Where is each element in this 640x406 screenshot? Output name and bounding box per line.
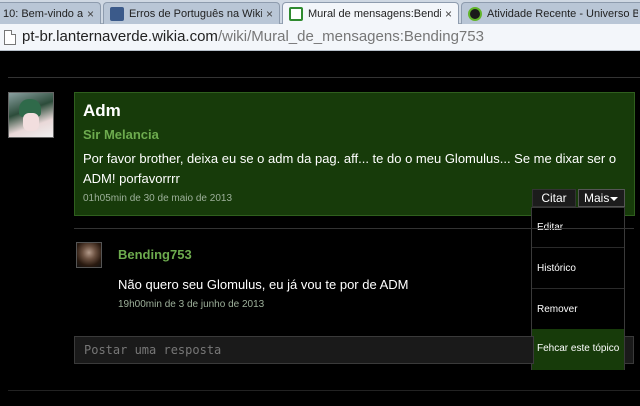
browser-tab-strip: 10: Bem-vindo ao × Erros de Português na… [0, 0, 640, 25]
close-tab-icon[interactable]: × [87, 7, 94, 21]
thread-title[interactable]: Adm [83, 101, 121, 121]
omnitrix-favicon-icon [468, 6, 482, 21]
divider [74, 228, 634, 229]
menu-item-close-topic[interactable]: Fehcar este tópico [532, 329, 624, 370]
tab-erros-portugues[interactable]: Erros de Português na Wikia - × [103, 2, 280, 24]
thread-author[interactable]: Sir Melancia [83, 127, 159, 142]
thread-timestamp[interactable]: 01h05min de 30 de maio de 2013 [83, 193, 232, 204]
thread-body: Por favor brother, deixa eu se o adm da … [83, 151, 617, 186]
divider [8, 390, 640, 391]
more-menu: Editar Histórico Remover Fehcar este tóp… [531, 207, 625, 370]
url-text[interactable]: pt-br.lanternaverde.wikia.com/wiki/Mural… [22, 28, 484, 45]
url-host: pt-br.lanternaverde.wikia.com [22, 28, 218, 45]
reply-author[interactable]: Bending753 [118, 247, 192, 262]
cite-button[interactable]: Citar [532, 189, 576, 207]
close-tab-icon[interactable]: × [266, 7, 273, 21]
tab-bem-vindo[interactable]: 10: Bem-vindo ao × [0, 2, 101, 24]
tab-atividade-recente[interactable]: Atividade Recente - Universo B [461, 2, 640, 24]
tab-mural-mensagens[interactable]: Mural de mensagens:Bending753 × [282, 2, 459, 25]
wikia-favicon-icon [110, 6, 124, 21]
caret-down-icon [610, 197, 618, 201]
address-bar[interactable]: pt-br.lanternaverde.wikia.com/wiki/Mural… [0, 24, 640, 51]
menu-item-remove[interactable]: Remover [532, 290, 624, 330]
more-button[interactable]: Mais [578, 189, 625, 207]
avatar[interactable] [8, 92, 54, 138]
close-tab-icon[interactable]: × [445, 7, 452, 21]
divider [8, 77, 640, 78]
reply-timestamp[interactable]: 19h00min de 3 de junho de 2013 [118, 299, 264, 310]
menu-item-history[interactable]: Histórico [532, 249, 624, 289]
page-icon [4, 30, 16, 45]
url-path: /wiki/Mural_de_mensagens:Bending753 [217, 28, 484, 45]
lanterna-verde-favicon-icon [289, 7, 303, 21]
tab-title: Erros de Português na Wikia - [129, 7, 262, 20]
message-wall-page: Adm Sir Melancia Por favor brother, deix… [0, 52, 640, 406]
tab-title: 10: Bem-vindo ao [3, 7, 83, 20]
reply-avatar[interactable] [76, 242, 102, 268]
tab-title: Atividade Recente - Universo B [487, 7, 638, 20]
reply-input-edge [625, 336, 634, 364]
more-button-label: Mais [584, 191, 610, 205]
reply-input[interactable]: Postar uma resposta [74, 336, 534, 364]
reply-body: Não quero seu Glomulus, eu já vou te por… [118, 277, 409, 292]
tab-title: Mural de mensagens:Bending753 [308, 8, 441, 20]
